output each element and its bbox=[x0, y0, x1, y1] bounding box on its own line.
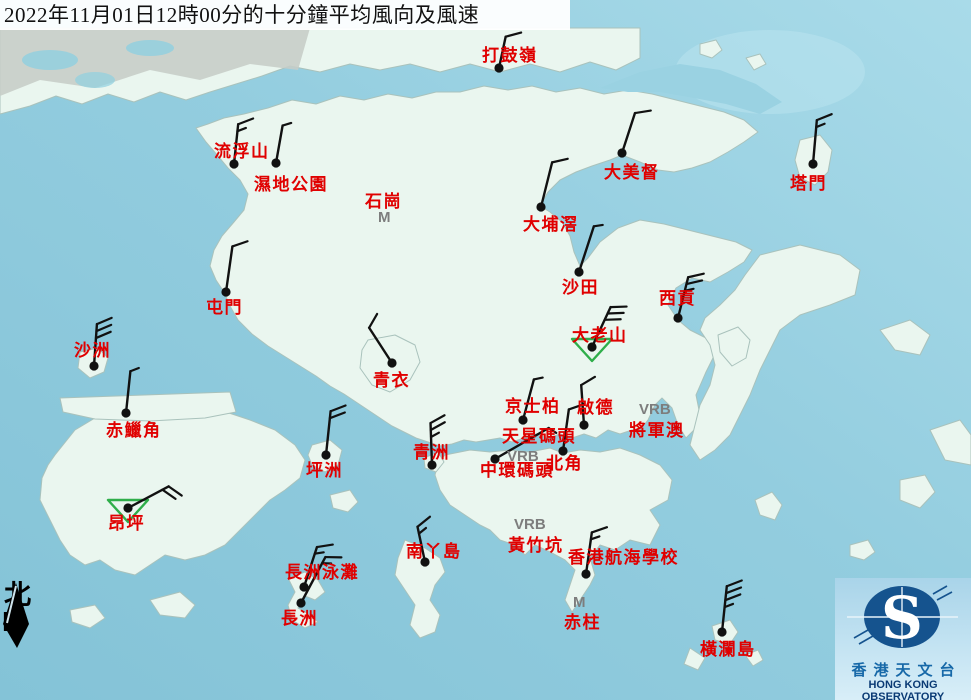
station-label: 赤柱 bbox=[564, 612, 601, 632]
station-label: 京士柏 bbox=[505, 396, 561, 416]
station-label: 橫瀾島 bbox=[700, 639, 756, 659]
station-label: 長洲泳灘 bbox=[285, 562, 359, 582]
station-label: 坪洲 bbox=[306, 461, 343, 480]
station-dot bbox=[121, 408, 130, 417]
station-dot bbox=[89, 361, 98, 370]
station-label: 長洲 bbox=[281, 609, 318, 628]
station-label: 濕地公園 bbox=[254, 174, 328, 194]
hko-logo: S 香港天文台 HONG KONG OBSERVATORY bbox=[835, 578, 971, 700]
station-label: 昂坪 bbox=[108, 514, 145, 533]
station-dot bbox=[518, 415, 527, 424]
station-label: 中環碼頭 bbox=[480, 460, 554, 480]
station-label: 南丫島 bbox=[406, 541, 462, 561]
station-label: 流浮山 bbox=[214, 141, 270, 161]
station-dot bbox=[387, 358, 396, 367]
station-label: 沙洲 bbox=[74, 341, 111, 360]
station-label: 大埔滘 bbox=[523, 214, 579, 234]
station-label: 北角 bbox=[546, 453, 583, 473]
station-label: 天星碼頭 bbox=[502, 427, 576, 446]
station-dot bbox=[673, 313, 682, 322]
hko-logo-name-en: HONG KONG OBSERVATORY bbox=[835, 679, 971, 700]
station-label: 將軍澳 bbox=[629, 420, 685, 440]
station-tag-vrb: VRB bbox=[514, 516, 546, 533]
station-label: 屯門 bbox=[206, 297, 243, 317]
station-label: 青洲 bbox=[413, 442, 450, 462]
station-label: 大美督 bbox=[604, 162, 660, 182]
map-title: 2022年11月01日12時00分的十分鐘平均風向及風速 bbox=[0, 0, 570, 30]
station-dot bbox=[123, 503, 132, 512]
station-tag-vrb: VRB bbox=[639, 401, 671, 418]
station-tag-m: M bbox=[378, 209, 391, 226]
north-compass: 北 N bbox=[2, 582, 42, 635]
station-dot bbox=[221, 287, 230, 296]
station-label: 香港航海學校 bbox=[568, 547, 679, 567]
station-dot bbox=[581, 569, 590, 578]
station-dot bbox=[574, 267, 583, 276]
hong-kong-map: 打鼓嶺流浮山濕地公園石崗M大美督塔門大埔滘沙田屯門西貢沙洲大老山青衣赤鱲角京士柏… bbox=[0, 0, 971, 700]
station-dot bbox=[296, 598, 305, 607]
hko-logo-name-cn: 香港天文台 bbox=[835, 659, 971, 680]
station-label: 啟德 bbox=[577, 397, 614, 417]
station-label: 沙田 bbox=[562, 278, 599, 297]
station-dot bbox=[271, 158, 280, 167]
north-arrow-icon bbox=[2, 582, 38, 652]
station-tag-m: M bbox=[573, 594, 586, 611]
station-label: 赤鱲角 bbox=[106, 420, 162, 440]
station-dot bbox=[717, 627, 726, 636]
station-label: 大老山 bbox=[572, 325, 628, 345]
station-label: 打鼓嶺 bbox=[482, 45, 538, 65]
hko-logo-icon: S bbox=[835, 578, 971, 658]
station-dot bbox=[808, 159, 817, 168]
station-dot bbox=[321, 450, 330, 459]
station-label: 塔門 bbox=[790, 173, 827, 193]
station-label: 黃竹坑 bbox=[507, 535, 564, 555]
station-label: 西貢 bbox=[659, 289, 696, 308]
svg-text:S: S bbox=[881, 584, 923, 652]
station-label: 青衣 bbox=[373, 370, 410, 390]
station-dot bbox=[536, 202, 545, 211]
station-dot bbox=[579, 420, 588, 429]
station-dot bbox=[617, 148, 626, 157]
weather-map-screenshot: 打鼓嶺流浮山濕地公園石崗M大美督塔門大埔滘沙田屯門西貢沙洲大老山青衣赤鱲角京士柏… bbox=[0, 0, 971, 700]
